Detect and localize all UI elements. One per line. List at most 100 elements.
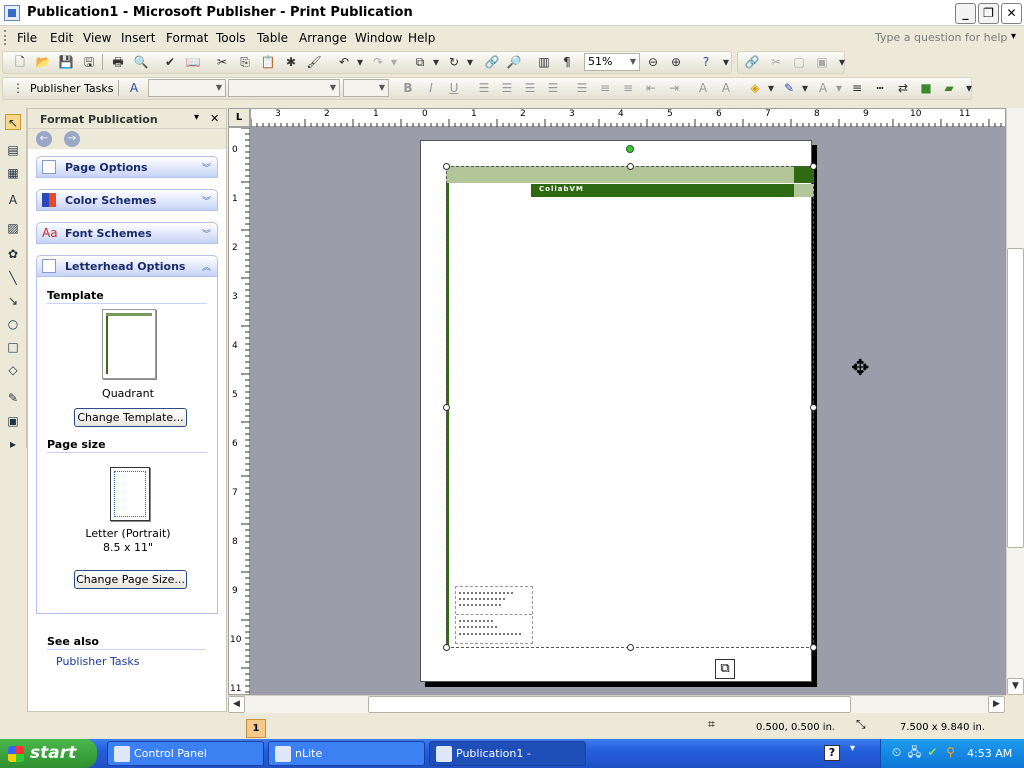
forward-icon[interactable]: → — [64, 131, 80, 147]
font-size-dropdown-icon[interactable]: ▼ — [376, 80, 388, 96]
menu-window[interactable]: Window — [355, 31, 402, 45]
minimize-button[interactable]: _ — [955, 3, 976, 24]
back-icon[interactable]: ← — [36, 131, 52, 147]
style-combo[interactable]: ▼ — [148, 79, 226, 97]
resize-handle-right[interactable] — [810, 404, 817, 411]
vertical-scroll-thumb[interactable] — [1007, 248, 1024, 548]
cut-icon[interactable]: ✂ — [214, 54, 230, 70]
rectangle-icon[interactable]: □ — [5, 339, 21, 355]
scroll-left-icon[interactable]: ◀ — [228, 696, 245, 713]
numbering-icon[interactable]: ≡ — [597, 80, 613, 96]
tray-network-icon[interactable]: 🖧 — [907, 745, 922, 760]
justify-icon[interactable]: ☰ — [545, 80, 561, 96]
bullets-icon[interactable]: ≡ — [620, 80, 636, 96]
close-button[interactable]: ✕ — [1001, 3, 1022, 24]
color-schemes-section[interactable]: Color Schemes ︾ — [36, 189, 218, 211]
line-style-icon[interactable]: ≡ — [849, 80, 865, 96]
horizontal-scroll-thumb[interactable] — [368, 696, 851, 713]
design-gallery-icon[interactable]: ▣ — [5, 413, 21, 429]
menu-arrange[interactable]: Arrange — [299, 31, 347, 45]
line-icon[interactable]: ╲ — [5, 270, 21, 286]
zoom-in-icon[interactable]: ⊕ — [668, 54, 684, 70]
picture-frame-icon[interactable]: ▨ — [5, 220, 21, 236]
publication-workspace[interactable]: CollabVM ⧉ ✥ — [250, 127, 1006, 695]
ask-question-input[interactable]: Type a question for help — [870, 29, 1020, 47]
help-icon[interactable]: ? — [698, 54, 714, 70]
format-toolbar-options-icon[interactable]: ▾ — [961, 80, 977, 96]
publisher-app-icon[interactable] — [4, 5, 20, 21]
save-icon[interactable]: 💾 — [58, 54, 74, 70]
align-left-icon[interactable]: ☰ — [476, 80, 492, 96]
tray-clock-icon[interactable]: ⏲ — [889, 745, 904, 760]
web-option-icon[interactable]: ▣ — [814, 54, 830, 70]
address-text-box[interactable] — [455, 586, 533, 644]
shrink-font-icon[interactable]: A — [718, 80, 734, 96]
change-page-size-button[interactable]: Change Page Size... — [74, 570, 187, 589]
menu-table[interactable]: Table — [257, 31, 288, 45]
web-unlink-icon[interactable]: ✂ — [768, 54, 784, 70]
increase-indent-icon[interactable]: ⇥ — [666, 80, 682, 96]
font-combo[interactable]: ▼ — [228, 79, 340, 97]
arrange-dropdown-icon[interactable]: ▾ — [428, 54, 444, 70]
font-schemes-section[interactable]: Aa Font Schemes ︾ — [36, 222, 218, 244]
horizontal-scrollbar[interactable]: ◀ ▶ — [228, 695, 1006, 713]
arrow-style-icon[interactable]: ⇄ — [895, 80, 911, 96]
taskpane-menu-icon[interactable]: ▾ — [194, 112, 199, 123]
menu-edit[interactable]: Edit — [50, 31, 73, 45]
rotation-handle[interactable] — [626, 145, 634, 153]
menu-view[interactable]: View — [83, 31, 111, 45]
zoom-dropdown-icon[interactable]: ▼ — [627, 54, 639, 70]
letterhead-page[interactable]: CollabVM ⧉ ✥ — [420, 140, 869, 682]
hyperlink-icon[interactable]: 🔗 — [484, 54, 500, 70]
hot-spot-icon[interactable]: ✎ — [5, 390, 21, 406]
resize-handle-bottom[interactable] — [627, 644, 634, 651]
redo-dropdown-icon[interactable]: ▾ — [386, 54, 402, 70]
menu-help[interactable]: Help — [408, 31, 435, 45]
toolbar-options-icon[interactable]: ▾ — [718, 54, 734, 70]
resize-handle-top[interactable] — [627, 163, 634, 170]
ruler-origin[interactable]: L — [228, 108, 250, 127]
new-icon[interactable]: 🗋 — [12, 54, 28, 70]
spelling-icon[interactable]: ✔ — [162, 54, 178, 70]
taskpane-close-icon[interactable]: ✕ — [210, 112, 219, 125]
page-options-section[interactable]: Page Options ︾ — [36, 156, 218, 178]
copy-icon[interactable]: ⎘ — [237, 54, 253, 70]
align-center-icon[interactable]: ☰ — [499, 80, 515, 96]
menu-insert[interactable]: Insert — [121, 31, 155, 45]
resize-handle-left[interactable] — [443, 404, 450, 411]
template-thumbnail[interactable] — [102, 309, 156, 379]
undo-dropdown-icon[interactable]: ▾ — [352, 54, 368, 70]
clip-art-icon[interactable]: ✿ — [5, 246, 21, 262]
align-right-icon[interactable]: ☰ — [522, 80, 538, 96]
resize-handle-bottom-right[interactable] — [810, 644, 817, 651]
menu-tools[interactable]: Tools — [216, 31, 246, 45]
3d-style-icon[interactable]: ▰ — [941, 80, 957, 96]
zoom-combo[interactable]: 51% ▼ — [584, 53, 640, 71]
text-box-icon[interactable]: ▤ — [5, 142, 21, 158]
help-tray-icon[interactable]: ? — [824, 745, 840, 761]
research-icon[interactable]: 📖 — [185, 54, 201, 70]
restore-button[interactable]: ❐ — [978, 3, 999, 24]
horizontal-ruler[interactable]: 3 2 1 0 1 2 3 4 5 6 7 8 9 10 11 — [250, 108, 1006, 128]
change-template-button[interactable]: Change Template... — [74, 408, 187, 427]
tray-security-icon[interactable]: ✔ — [925, 745, 940, 760]
fill-color-icon[interactable]: ◈ — [747, 80, 763, 96]
publisher-tasks-button[interactable]: Publisher Tasks — [30, 82, 113, 95]
question-dropdown-arrow[interactable]: ▾ — [1011, 31, 1016, 42]
resize-handle-top-left[interactable] — [443, 163, 450, 170]
line-color-icon[interactable]: ✎ — [781, 80, 797, 96]
zoom-out-icon[interactable]: ⊖ — [645, 54, 661, 70]
format-painter-icon[interactable]: 🖌 — [306, 54, 322, 70]
rotate-dropdown-icon[interactable]: ▾ — [462, 54, 478, 70]
open-icon[interactable]: 📂 — [35, 54, 51, 70]
line-color-dropdown-icon[interactable]: ▾ — [797, 80, 813, 96]
distribute-icon[interactable]: ☰ — [574, 80, 590, 96]
font-dropdown-icon[interactable]: ▼ — [327, 80, 339, 96]
taskbar-publication[interactable]: Publication1 - Microso... — [429, 741, 586, 766]
save-copy-icon[interactable]: 🖫 — [81, 54, 97, 70]
web-toolbar-options-icon[interactable]: ▾ — [834, 54, 850, 70]
taskbar-control-panel[interactable]: Control Panel — [107, 741, 264, 766]
web-form-icon[interactable]: ▢ — [791, 54, 807, 70]
print-preview-icon[interactable]: 🔍 — [133, 54, 149, 70]
menu-grip[interactable] — [4, 30, 7, 45]
